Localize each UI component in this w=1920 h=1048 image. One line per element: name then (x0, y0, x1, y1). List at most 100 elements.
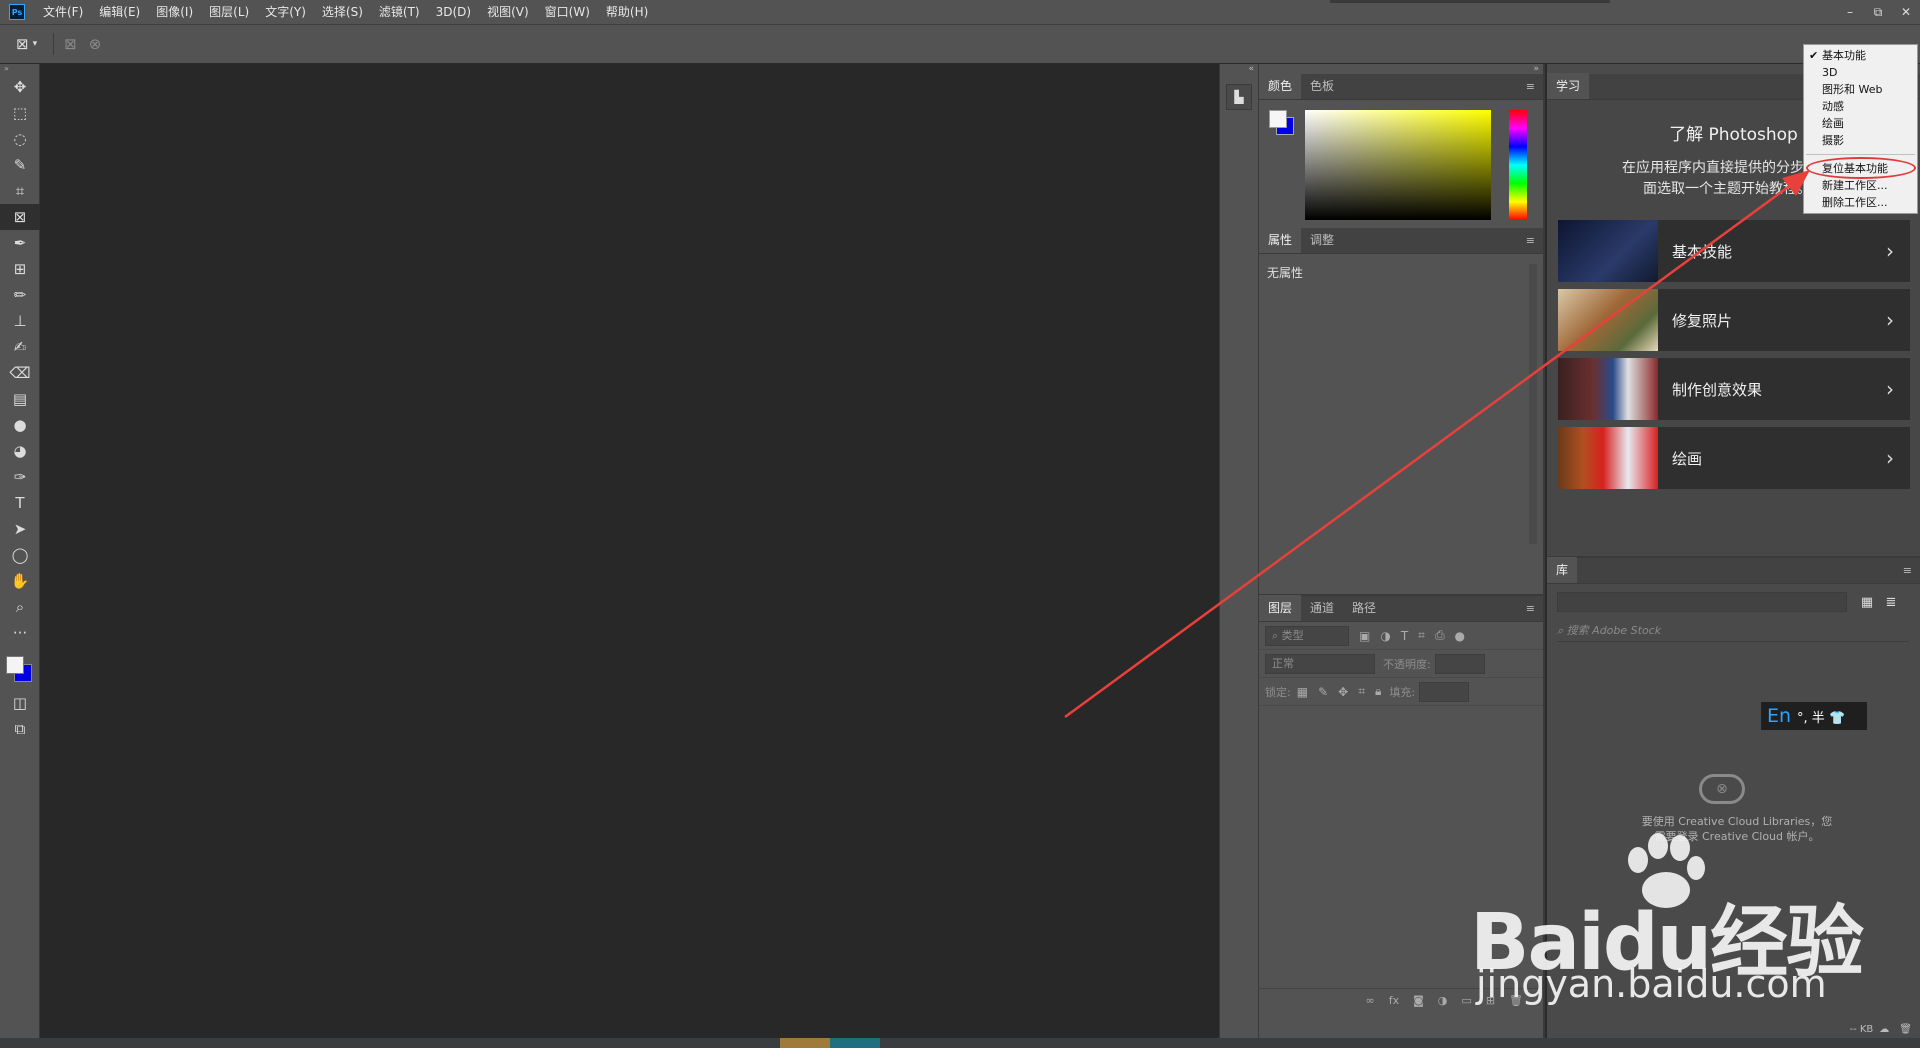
blur-tool-icon[interactable]: ● (0, 412, 40, 438)
history-brush-tool-icon[interactable]: ✍ (0, 334, 40, 360)
workspace-graphic-web[interactable]: 图形和 Web (1804, 81, 1917, 98)
tab-paths[interactable]: 路径 (1343, 595, 1385, 621)
gradient-tool-icon[interactable]: ▤ (0, 386, 40, 412)
screen-mode-icon[interactable]: ⧉ (0, 716, 40, 742)
panel-menu-icon[interactable]: ≡ (1526, 603, 1535, 614)
tab-properties[interactable]: 属性 (1259, 227, 1302, 253)
filter-toggle-icon[interactable]: ● (1455, 629, 1465, 643)
layer-filter-select[interactable]: ⌕ 类型 (1265, 625, 1349, 646)
tab-adjustments[interactable]: 调整 (1301, 227, 1343, 253)
ime-mode[interactable]: En (1767, 705, 1791, 727)
ellipse-frame-icon[interactable]: ⊗ (89, 35, 102, 53)
library-select[interactable] (1557, 592, 1847, 612)
menu-type[interactable]: 文字(Y) (257, 0, 314, 24)
learn-card-painting[interactable]: 绘画 › (1558, 427, 1910, 489)
lasso-tool-icon[interactable]: ◌ (0, 126, 40, 152)
learn-card-basic-skills[interactable]: 基本技能 › (1558, 220, 1910, 282)
cloud-icon[interactable]: ☁ (1879, 1024, 1889, 1035)
tab-swatches[interactable]: 色板 (1301, 73, 1343, 99)
quick-mask-icon[interactable]: ◫ (0, 690, 40, 716)
restore-button[interactable]: ⧉ (1864, 0, 1892, 24)
chevron-down-icon[interactable]: ▾ (33, 39, 38, 49)
lock-all-icon[interactable]: 🔒︎ (1375, 684, 1381, 699)
panel-menu-icon[interactable]: ≡ (1526, 81, 1535, 92)
lock-artboard-icon[interactable]: ⌗ (1358, 684, 1365, 699)
list-view-icon[interactable]: ≣ (1881, 592, 1901, 612)
collapse-arrows-icon[interactable]: « (1248, 64, 1254, 74)
learn-card-creative-effects[interactable]: 制作创意效果 › (1558, 358, 1910, 420)
menu-window[interactable]: 窗口(W) (537, 0, 598, 24)
delete-workspace[interactable]: 删除工作区... (1804, 194, 1917, 211)
tab-learn[interactable]: 学习 (1547, 73, 1590, 99)
menu-view[interactable]: 视图(V) (479, 0, 537, 24)
tab-channels[interactable]: 通道 (1301, 595, 1343, 621)
move-tool-icon[interactable]: ✥ (0, 74, 40, 100)
more-tools-icon[interactable]: ··· (0, 620, 40, 646)
workspace-essentials[interactable]: ✔ 基本功能 (1804, 47, 1917, 64)
menu-select[interactable]: 选择(S) (314, 0, 371, 24)
ellipse-tool-icon[interactable]: ◯ (0, 542, 40, 568)
workspace-photography[interactable]: 摄影 (1804, 132, 1917, 149)
panel-menu-icon[interactable]: ≡ (1526, 235, 1535, 246)
brush-tool-icon[interactable]: ✏ (0, 282, 40, 308)
layer-mask-icon[interactable]: ◙ (1413, 994, 1424, 1007)
menu-help[interactable]: 帮助(H) (598, 0, 656, 24)
lock-position-icon[interactable]: ✥ (1338, 685, 1348, 699)
type-filter-icon[interactable]: T (1401, 629, 1408, 643)
opacity-input[interactable] (1434, 653, 1485, 674)
menu-layer[interactable]: 图层(L) (201, 0, 257, 24)
grid-view-icon[interactable]: ▦ (1857, 592, 1877, 612)
new-layer-icon[interactable]: ⊞ (1486, 994, 1495, 1007)
layer-style-icon[interactable]: fx (1389, 994, 1399, 1007)
menu-file[interactable]: 文件(F) (35, 0, 91, 24)
rectangle-frame-icon[interactable]: ⊠ (64, 35, 77, 53)
workspace-motion[interactable]: 动感 (1804, 98, 1917, 115)
eyedropper-tool-icon[interactable]: ✒ (0, 230, 40, 256)
color-swatches[interactable] (0, 650, 40, 690)
taskbar-app[interactable] (780, 1038, 830, 1048)
quick-select-tool-icon[interactable]: ✎ (0, 152, 40, 178)
eraser-tool-icon[interactable]: ⌫ (0, 360, 40, 386)
adjustment-layer-icon[interactable]: ◑ (1438, 994, 1448, 1007)
ime-toolbar[interactable]: En °, 半 👕 (1761, 702, 1867, 730)
tab-layers[interactable]: 图层 (1259, 595, 1302, 621)
stock-search-input[interactable]: ⌕ 搜索 Adobe Stock (1557, 622, 1909, 642)
healing-brush-tool-icon[interactable]: ⊞ (0, 256, 40, 282)
properties-scrollbar[interactable] (1529, 264, 1537, 544)
zoom-tool-icon[interactable]: ⌕ (0, 594, 40, 620)
image-filter-icon[interactable]: ▣ (1359, 629, 1370, 643)
learn-card-fix-photos[interactable]: 修复照片 › (1558, 289, 1910, 351)
workspace-painting[interactable]: 绘画 (1804, 115, 1917, 132)
frame-tool-icon[interactable]: ⊠ (0, 204, 40, 230)
marquee-tool-icon[interactable]: ⬚ (0, 100, 40, 126)
hand-tool-icon[interactable]: ✋ (0, 568, 40, 594)
menu-filter[interactable]: 滤镜(T) (371, 0, 428, 24)
ime-options[interactable]: °, 半 👕 (1797, 707, 1845, 726)
minimize-button[interactable]: – (1836, 0, 1864, 24)
smart-object-filter-icon[interactable]: ⎙ (1435, 628, 1445, 643)
fill-input[interactable] (1419, 681, 1470, 702)
toolbar-grip-icon[interactable]: » (0, 64, 39, 74)
foreground-color-swatch[interactable] (1269, 110, 1287, 128)
type-tool-icon[interactable]: T (0, 490, 40, 516)
crop-tool-icon[interactable]: ⌗ (0, 178, 40, 204)
close-button[interactable]: ✕ (1892, 0, 1920, 24)
delete-icon[interactable]: 🗑︎ (1899, 1024, 1912, 1035)
clone-stamp-tool-icon[interactable]: ⊥ (0, 308, 40, 334)
tab-libraries[interactable]: 库 (1547, 557, 1578, 583)
pen-tool-icon[interactable]: ✑ (0, 464, 40, 490)
shape-filter-icon[interactable]: ⌗ (1418, 628, 1425, 643)
reset-essentials[interactable]: 复位基本功能 (1804, 160, 1917, 177)
adjustment-filter-icon[interactable]: ◑ (1380, 629, 1390, 643)
delete-layer-icon[interactable]: 🗑︎ (1509, 994, 1523, 1007)
dodge-tool-icon[interactable]: ◕ (0, 438, 40, 464)
tab-color[interactable]: 颜色 (1259, 73, 1302, 99)
hue-slider[interactable] (1509, 110, 1527, 220)
link-layers-icon[interactable]: ∞ (1366, 994, 1375, 1007)
menu-edit[interactable]: 编辑(E) (91, 0, 148, 24)
document-canvas-area[interactable] (40, 64, 1219, 1038)
workspace-3d[interactable]: 3D (1804, 64, 1917, 81)
frame-tool-icon[interactable]: ⊠ (16, 35, 29, 53)
menu-3d[interactable]: 3D(D) (428, 0, 479, 24)
history-panel-icon[interactable]: ▙ (1226, 84, 1252, 110)
